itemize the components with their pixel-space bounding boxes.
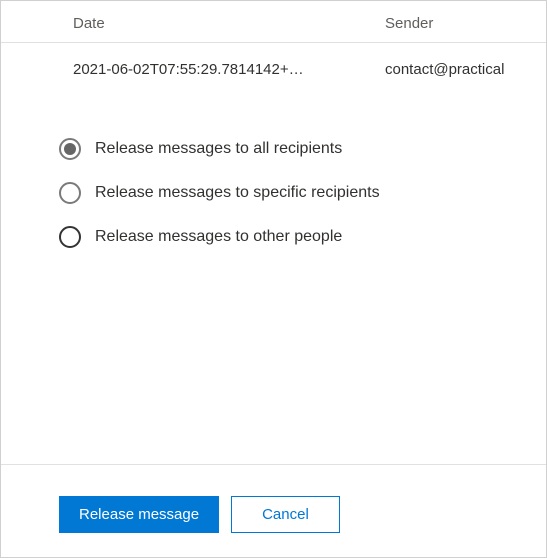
radio-label: Release messages to specific recipients [95, 184, 380, 202]
release-options: Release messages to all recipients Relea… [1, 78, 546, 248]
footer-divider [1, 464, 546, 465]
cancel-button[interactable]: Cancel [231, 496, 340, 533]
cell-date: 2021-06-02T07:55:29.7814142+… [73, 61, 385, 78]
radio-selected-dot [64, 143, 76, 155]
column-header-sender[interactable]: Sender [385, 15, 546, 32]
radio-icon [59, 138, 81, 160]
radio-option-all-recipients[interactable]: Release messages to all recipients [59, 138, 546, 160]
radio-icon [59, 226, 81, 248]
table-header-row: Date Sender [1, 15, 546, 43]
radio-option-specific-recipients[interactable]: Release messages to specific recipients [59, 182, 546, 204]
radio-label: Release messages to other people [95, 228, 342, 246]
dialog-footer: Release message Cancel [59, 496, 340, 533]
table-row[interactable]: 2021-06-02T07:55:29.7814142+… contact@pr… [1, 43, 546, 78]
message-table: Date Sender 2021-06-02T07:55:29.7814142+… [1, 1, 546, 78]
column-header-date[interactable]: Date [73, 15, 385, 32]
radio-icon [59, 182, 81, 204]
release-message-button[interactable]: Release message [59, 496, 219, 533]
radio-label: Release messages to all recipients [95, 140, 342, 158]
cell-sender: contact@practical [385, 61, 546, 78]
radio-option-other-people[interactable]: Release messages to other people [59, 226, 546, 248]
